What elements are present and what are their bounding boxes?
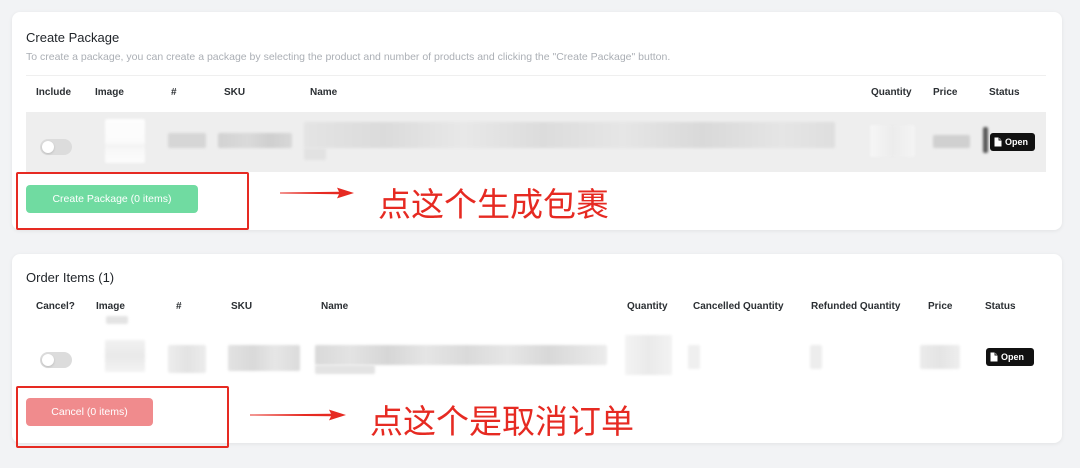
price-blurred-fragment bbox=[983, 127, 988, 153]
column-header-quantity: Quantity bbox=[871, 87, 912, 98]
column-header-name: Name bbox=[310, 87, 338, 98]
product-number-blurred bbox=[168, 133, 206, 148]
annotation-arrow-create-package bbox=[280, 187, 354, 199]
price-blurred bbox=[933, 135, 970, 148]
card-description: To create a package, you can create a pa… bbox=[26, 51, 671, 63]
card-title: Create Package bbox=[26, 30, 120, 45]
column-header-sku: SKU bbox=[224, 87, 246, 98]
column-header-number: # bbox=[176, 301, 182, 312]
column-header-cancel: Cancel? bbox=[36, 301, 75, 312]
cancelled-quantity-blurred bbox=[688, 345, 700, 369]
table-header: Cancel? Image # SKU Name Quantity Cancel… bbox=[12, 301, 1062, 313]
column-header-image: Image bbox=[96, 301, 125, 312]
column-header-sku: SKU bbox=[231, 301, 253, 312]
column-header-name: Name bbox=[321, 301, 349, 312]
status-badge: Open bbox=[986, 348, 1034, 366]
refunded-quantity-blurred bbox=[810, 345, 822, 369]
column-header-price: Price bbox=[933, 87, 958, 98]
column-header-number: # bbox=[171, 87, 177, 98]
product-image-blurred-fragment bbox=[106, 316, 128, 324]
quantity-blurred bbox=[625, 335, 672, 375]
toggle-knob bbox=[42, 141, 54, 153]
status-label: Open bbox=[1005, 137, 1029, 147]
annotation-text-cancel: 点这个是取消订单 bbox=[370, 402, 634, 441]
cancel-toggle[interactable] bbox=[40, 352, 72, 368]
include-toggle[interactable] bbox=[40, 139, 72, 155]
product-name-blurred-fragment bbox=[304, 148, 326, 160]
product-sku-blurred bbox=[228, 345, 300, 371]
annotation-highlight-create-package bbox=[16, 172, 249, 230]
card-title: Order Items (1) bbox=[26, 270, 115, 285]
annotation-text-create-package: 点这个生成包裹 bbox=[378, 185, 609, 224]
column-header-include: Include bbox=[36, 87, 72, 98]
product-number-blurred bbox=[168, 345, 206, 373]
column-header-price: Price bbox=[928, 301, 953, 312]
annotation-highlight-cancel bbox=[16, 386, 229, 448]
annotation-arrow-cancel bbox=[250, 409, 346, 421]
column-header-cancelled-quantity: Cancelled Quantity bbox=[693, 301, 784, 312]
product-image-blurred bbox=[105, 340, 145, 372]
product-name-blurred bbox=[304, 122, 835, 148]
quantity-blurred bbox=[870, 125, 915, 157]
table-row: Open bbox=[26, 332, 1046, 384]
column-header-quantity: Quantity bbox=[627, 301, 668, 312]
status-badge: Open bbox=[990, 133, 1035, 151]
product-name-blurred-fragment bbox=[315, 365, 375, 374]
price-blurred bbox=[920, 345, 960, 369]
table-row: Open bbox=[26, 112, 1046, 172]
document-icon bbox=[990, 352, 998, 362]
divider bbox=[26, 75, 1046, 76]
toggle-knob bbox=[42, 354, 54, 366]
column-header-image: Image bbox=[95, 87, 124, 98]
product-name-blurred bbox=[315, 345, 607, 365]
document-icon bbox=[994, 137, 1002, 147]
status-label: Open bbox=[1001, 352, 1025, 362]
product-image-blurred bbox=[105, 119, 145, 163]
product-sku-blurred bbox=[218, 133, 292, 148]
column-header-status: Status bbox=[985, 301, 1016, 312]
table-header: Include Image # SKU Name Quantity Price … bbox=[12, 87, 1062, 99]
column-header-refunded-quantity: Refunded Quantity bbox=[811, 301, 901, 312]
column-header-status: Status bbox=[989, 87, 1020, 98]
